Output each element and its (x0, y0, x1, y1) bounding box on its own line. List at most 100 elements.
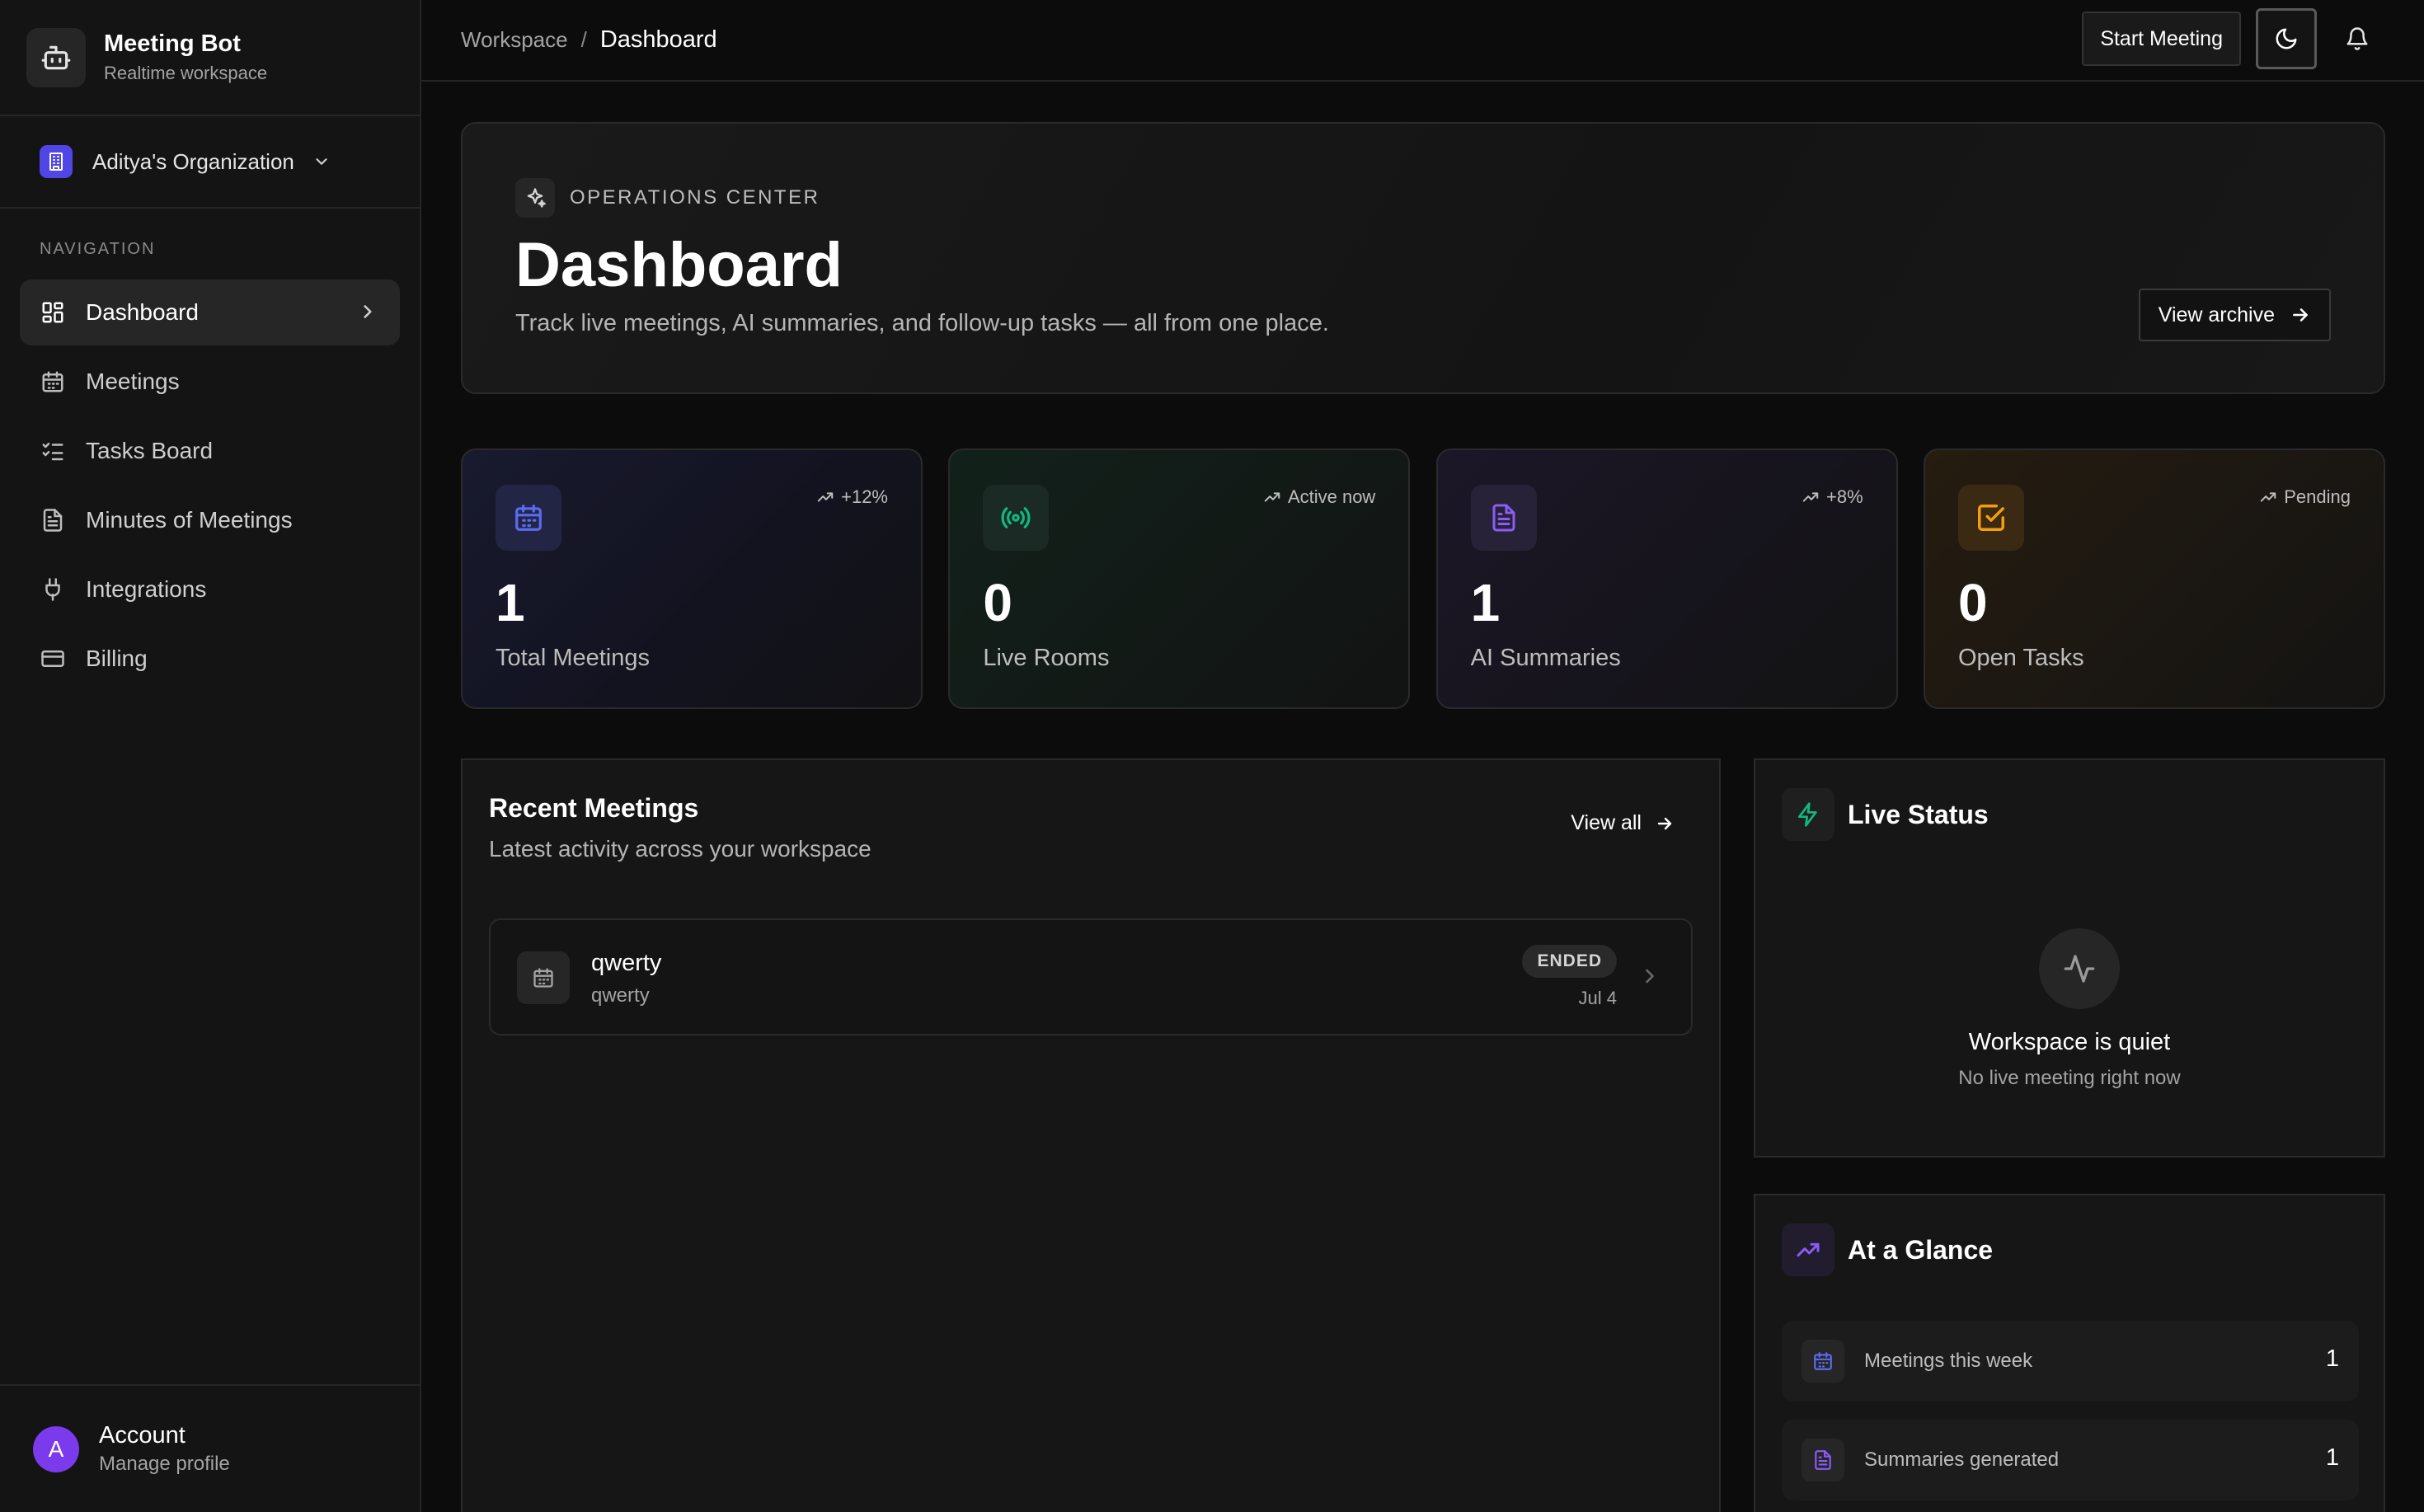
meeting-date: Jul 4 (1578, 988, 1617, 1008)
calendar-icon (496, 485, 561, 551)
recent-meetings-panel: Recent Meetings Latest activity across y… (461, 758, 1721, 1512)
live-status-panel: Live Status Workspace is quiet No live m… (1754, 758, 2385, 1157)
top-actions: Start Meeting (2082, 8, 2384, 69)
view-archive-button[interactable]: View archive (2138, 289, 2331, 341)
stat-value: 0 (1957, 573, 1988, 632)
stat-card-ai-summaries[interactable]: +8% 1 AI Summaries (1435, 448, 1898, 709)
breadcrumb-separator: / (580, 27, 587, 52)
stat-trend-text: +8% (1826, 486, 1863, 507)
moon-icon (2274, 26, 2299, 51)
stat-value: 0 (983, 573, 1012, 632)
arrow-right-icon (1642, 814, 1675, 833)
stat-label: AI Summaries (1470, 645, 1621, 671)
sparkles-icon (515, 178, 555, 218)
trending-up-icon (1802, 488, 1826, 506)
zap-icon (1782, 788, 1834, 841)
stat-trend: +12% (816, 486, 888, 508)
nav-list: Dashboard Meetings Tasks Board Minutes o… (0, 279, 420, 692)
breadcrumb: Workspace / Dashboard (461, 26, 717, 54)
calendar-icon (517, 951, 570, 1004)
nav-item-minutes[interactable]: Minutes of Meetings (20, 487, 400, 553)
avatar: A (33, 1425, 79, 1472)
brand-subtitle: Realtime workspace (104, 63, 268, 83)
file-text-icon (1470, 485, 1537, 551)
recent-meetings-subtitle: Latest activity across your workspace (489, 836, 871, 862)
empty-state-title: Workspace is quiet (1968, 1029, 2171, 1055)
nav-label: Minutes of Meetings (86, 507, 293, 533)
meeting-row[interactable]: qwerty qwerty ENDED Jul 4 (489, 918, 1693, 1035)
nav-item-tasks-board[interactable]: Tasks Board (20, 418, 400, 484)
credit-card-icon (40, 646, 66, 672)
view-all-link[interactable]: View all (1571, 811, 1675, 835)
live-status-title: Live Status (1848, 799, 1989, 829)
account-menu[interactable]: A Account Manage profile (0, 1384, 420, 1512)
glance-row-meetings-week: Meetings this week 1 (1782, 1321, 2359, 1402)
breadcrumb-current: Dashboard (599, 26, 717, 53)
hero-kicker-text: OPERATIONS CENTER (570, 186, 820, 209)
chevron-right-icon (357, 301, 378, 322)
account-subtitle: Manage profile (99, 1453, 230, 1475)
at-a-glance-title: At a Glance (1848, 1234, 1994, 1265)
hero-card: OPERATIONS CENTER Dashboard Track live m… (461, 122, 2385, 394)
calendar-icon (1802, 1340, 1844, 1383)
recent-meetings-title: Recent Meetings (489, 793, 699, 823)
brand[interactable]: Meeting Bot Realtime workspace (0, 0, 420, 116)
trending-up-icon (1782, 1223, 1834, 1276)
trending-up-icon (816, 488, 841, 506)
nav-item-integrations[interactable]: Integrations (20, 556, 400, 622)
start-meeting-button[interactable]: Start Meeting (2082, 12, 2241, 66)
app-root: Meeting Bot Realtime workspace Aditya's … (0, 0, 2424, 1512)
nav-heading: NAVIGATION (40, 240, 156, 258)
glance-label: Meetings this week (1864, 1350, 2033, 1372)
building-icon (40, 145, 73, 178)
stat-card-live-rooms[interactable]: Active now 0 Live Rooms (948, 448, 1411, 709)
glance-row-summaries: Summaries generated 1 (1782, 1420, 2359, 1500)
hero-kicker: OPERATIONS CENTER (515, 178, 820, 218)
stat-trend-text: Active now (1287, 486, 1376, 507)
trending-up-icon (2259, 488, 2284, 506)
org-name: Aditya's Organization (92, 148, 294, 174)
stat-trend: Active now (1263, 486, 1375, 508)
list-checks-icon (40, 438, 66, 464)
nav-label: Tasks Board (86, 438, 214, 463)
stat-label: Open Tasks (1957, 645, 2084, 671)
stat-trend: Pending (2259, 486, 2351, 508)
stat-trend-text: +12% (841, 486, 888, 507)
file-text-icon (40, 507, 66, 533)
bell-icon (2345, 26, 2370, 51)
glance-value: 1 (2325, 1444, 2339, 1471)
at-a-glance-header: At a Glance (1782, 1223, 1993, 1276)
stat-label: Total Meetings (496, 645, 650, 671)
at-a-glance-panel: At a Glance Meetings this week 1 Summari… (1754, 1194, 2385, 1512)
stat-label: Live Rooms (983, 645, 1110, 671)
org-switcher[interactable]: Aditya's Organization (0, 116, 420, 209)
theme-toggle-button[interactable] (2256, 8, 2317, 69)
stat-card-open-tasks[interactable]: Pending 0 Open Tasks (1923, 448, 2385, 709)
file-text-icon (1802, 1439, 1844, 1481)
nav-label: Meetings (86, 369, 180, 394)
check-square-icon (1957, 485, 2024, 551)
bot-icon (26, 27, 86, 87)
nav-item-billing[interactable]: Billing (20, 626, 400, 692)
nav-label: Billing (86, 646, 148, 671)
breadcrumb-workspace[interactable]: Workspace (461, 27, 568, 53)
notifications-button[interactable] (2330, 12, 2384, 66)
chevron-down-icon (312, 153, 331, 171)
nav-item-dashboard[interactable]: Dashboard (20, 279, 400, 345)
brand-title: Meeting Bot (104, 31, 241, 57)
page-title: Dashboard (515, 230, 843, 300)
glance-label: Summaries generated (1864, 1449, 2060, 1471)
nav-label: Integrations (86, 576, 207, 602)
stat-card-total-meetings[interactable]: +12% 1 Total Meetings (461, 448, 923, 709)
layout-grid-icon (40, 299, 66, 326)
stat-trend-text: Pending (2284, 486, 2351, 507)
empty-state-subtitle: No live meeting right now (1958, 1067, 2181, 1089)
live-status-header: Live Status (1782, 788, 1989, 841)
topbar: Workspace / Dashboard Start Meeting (421, 0, 2424, 82)
stat-trend: +8% (1802, 486, 1863, 508)
glance-value: 1 (2325, 1345, 2339, 1372)
account-title: Account (99, 1422, 186, 1449)
activity-icon (2039, 928, 2120, 1009)
stat-value: 1 (1470, 573, 1501, 632)
nav-item-meetings[interactable]: Meetings (20, 349, 400, 415)
